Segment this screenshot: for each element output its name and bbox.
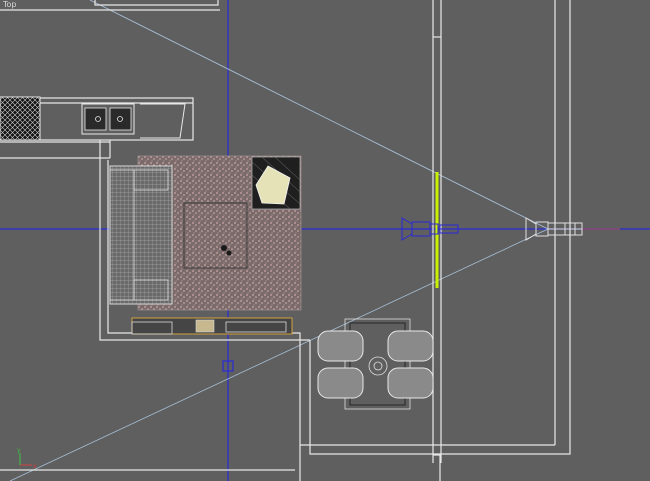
home-grid-axes [0,0,650,481]
svg-text:x: x [33,463,37,470]
axis-tripod: x y [17,447,37,470]
viewport-canvas[interactable]: x y [0,0,650,481]
armchair[interactable] [251,156,301,210]
sofa[interactable] [109,165,173,305]
camera-frustum [9,0,620,481]
dining-chairs[interactable] [317,330,434,399]
tv-console[interactable] [131,317,293,335]
svg-text:y: y [17,447,21,454]
top-viewport[interactable]: x y Top [0,0,650,481]
viewport-label[interactable]: Top [3,0,17,10]
